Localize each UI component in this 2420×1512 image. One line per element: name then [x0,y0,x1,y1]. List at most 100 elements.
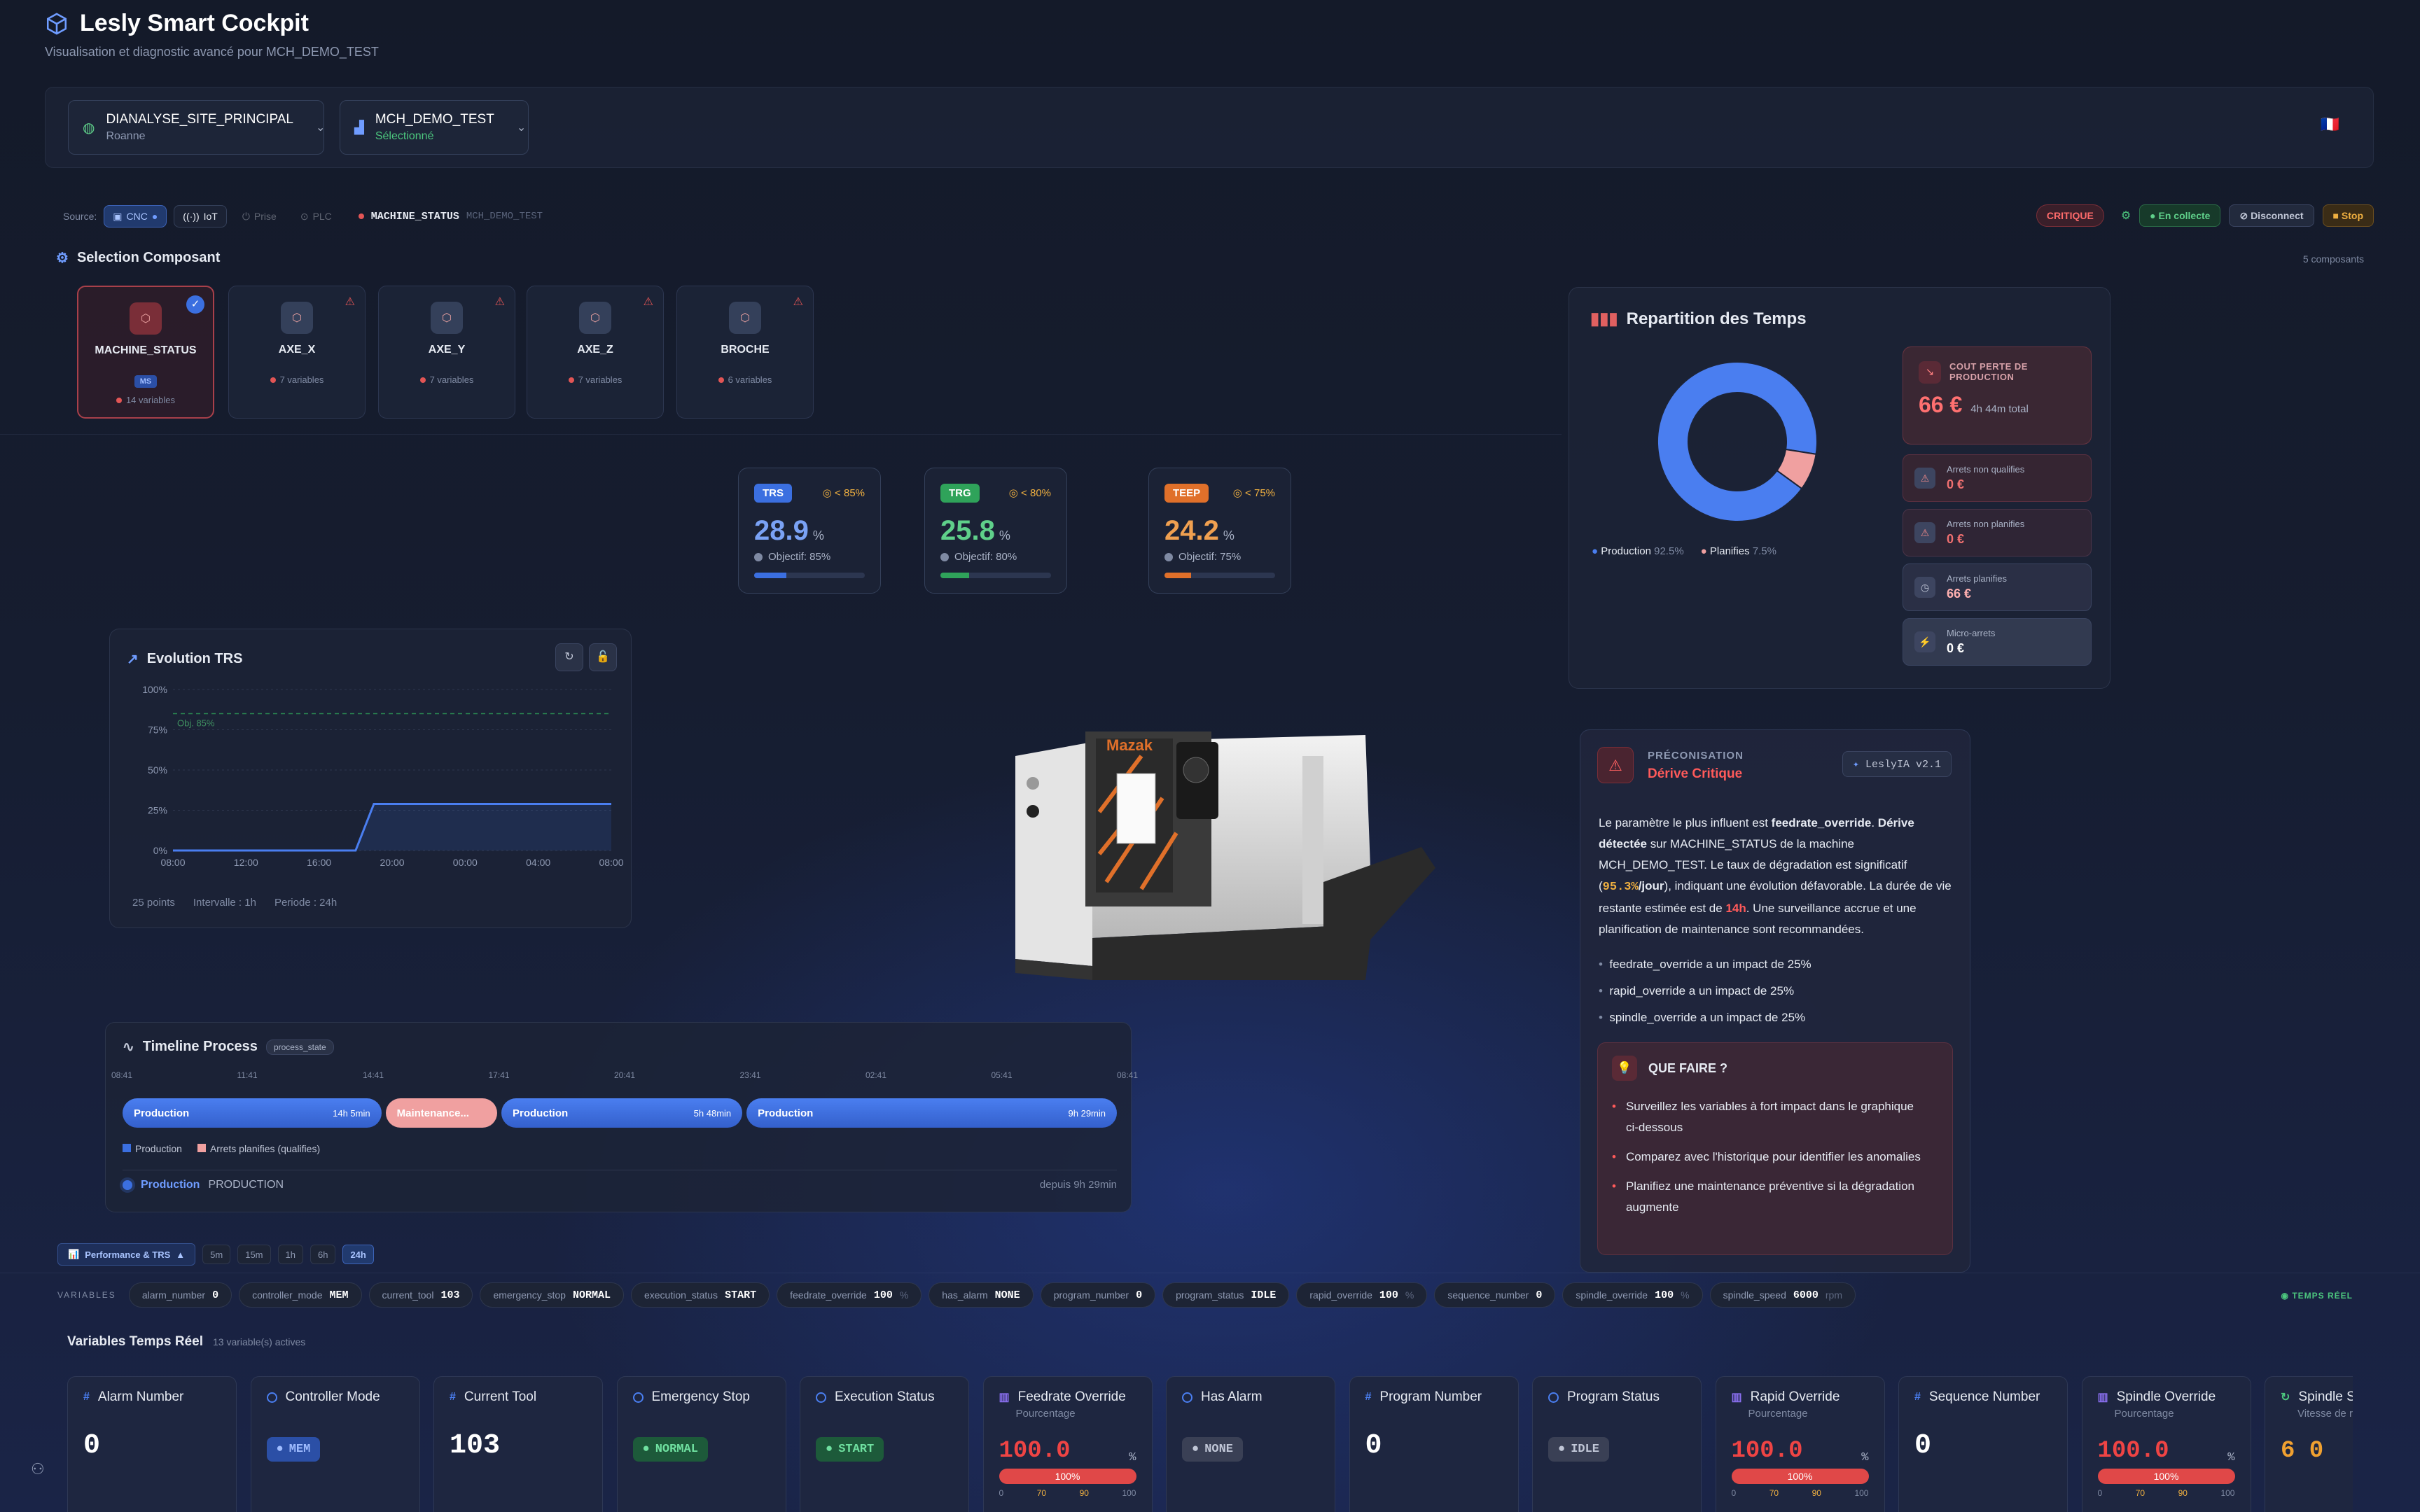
card-subtitle: Pourcentage [1015,1408,1076,1420]
variable-card-has-alarm[interactable]: Has Alarm ● NONE [1166,1376,1335,1512]
dot-icon: ● [1558,1443,1566,1456]
tick-label: 0 [1731,1488,1737,1498]
card-title: ▥ Feedrate Override [999,1390,1136,1405]
card-subtitle: Vitesse de r [2297,1408,2353,1420]
tick-label: 0 [999,1488,1004,1498]
circle-icon [1548,1392,1559,1403]
card-badge: ● START [816,1437,884,1462]
tick-label: 70 [1769,1488,1779,1498]
card-value: 0 [1365,1430,1382,1462]
variable-card-spindle-sp[interactable]: ↻ Spindle Sp Vitesse de r 6 0RP [2265,1376,2353,1512]
card-title-text: Rapid Override [1750,1390,1840,1404]
card-subtitle: Pourcentage [2114,1408,2174,1420]
card-title: ↻ Spindle Sp [2281,1390,2353,1405]
card-progress: 100% [1731,1469,1869,1484]
tick-label: 100 [2220,1488,2235,1498]
card-title: Program Status [1548,1390,1685,1405]
hash-icon: # [1365,1391,1372,1403]
tick-label: 70 [1036,1488,1047,1498]
card-title: ▥ Rapid Override [1732,1390,1869,1405]
hash-icon: # [83,1391,90,1403]
card-title-text: Spindle Override [2116,1390,2216,1404]
card-badge: ● IDLE [1548,1437,1610,1462]
dot-icon: ● [642,1443,650,1456]
card-badge-text: MEM [288,1443,311,1456]
card-value: 103 [450,1430,501,1462]
card-ticks: 0 70 90 100 [2098,1488,2235,1498]
tick-label: 0 [2097,1488,2103,1498]
card-title: ▥ Spindle Override [2098,1390,2235,1405]
dot-icon: ● [1192,1443,1199,1456]
gauge-icon: ▥ [999,1392,1010,1404]
tick-label: 90 [2178,1488,2188,1498]
variable-card-program-status[interactable]: Program Status ● IDLE [1532,1376,1702,1512]
hash-icon: # [1914,1391,1921,1403]
card-title-text: Current Tool [464,1390,537,1404]
card-title-text: Program Number [1379,1390,1482,1404]
card-title: Controller Mode [266,1390,404,1405]
card-title: # Alarm Number [83,1390,221,1405]
card-value-text: 6 0 [2281,1438,2324,1464]
card-title-text: Has Alarm [1201,1390,1263,1404]
card-title-text: Feedrate Override [1017,1390,1126,1404]
card-title: Execution Status [816,1390,953,1405]
card-title-text: Controller Mode [285,1390,380,1404]
variable-card-program-number[interactable]: # Program Number 0 [1349,1376,1519,1512]
gauge-icon: ▥ [2097,1392,2108,1404]
gauge-icon: ▥ [1731,1392,1742,1404]
variable-card-controller-mode[interactable]: Controller Mode ● MEM [250,1376,420,1512]
card-value: 100.0% [999,1438,1136,1464]
user-icon[interactable]: ⚇ [31,1460,45,1478]
variable-card-alarm-number[interactable]: # Alarm Number 0 [67,1376,237,1512]
hash-icon: # [450,1391,456,1403]
card-title-text: Alarm Number [97,1390,184,1404]
card-badge-text: NONE [1204,1443,1234,1456]
card-title: Has Alarm [1182,1390,1319,1405]
card-badge: ● NONE [1182,1437,1244,1462]
tick-label: 100 [1854,1488,1869,1498]
circle-icon [632,1392,644,1403]
card-value-text: 100.0 [2097,1438,2169,1464]
dot-icon: ● [826,1443,833,1456]
card-badge: ● MEM [266,1437,321,1462]
variable-card-rapid-override[interactable]: ▥ Rapid Override Pourcentage 100.0% 100% 0 70 9… [1715,1376,1885,1512]
variable-card-spindle-override[interactable]: ▥ Spindle Override Pourcentage 100.0% 100% 0 7… [2081,1376,2251,1512]
variable-card-execution-status[interactable]: Execution Status ● START [800,1376,969,1512]
card-title: Emergency Stop [632,1390,770,1405]
variable-cards: # Alarm Number 0 Controller Mode ● MEM # Curren… [0,0,2353,1512]
card-title-text: Program Status [1567,1390,1660,1404]
card-value: 100.0% [2098,1438,2235,1464]
tick-label: 70 [2135,1488,2146,1498]
circle-icon [1182,1392,1192,1403]
circle-icon [816,1392,826,1403]
variable-card-feedrate-override[interactable]: ▥ Feedrate Override Pourcentage 100.0% 100% 0… [982,1376,1153,1512]
card-badge-text: IDLE [1571,1443,1600,1456]
card-title-text: Emergency Stop [651,1390,750,1404]
card-value-text: 100.0 [1731,1438,1803,1464]
card-title-text: Sequence Number [1928,1390,2040,1404]
card-title: # Program Number [1365,1390,1503,1405]
card-value: 0 [1914,1430,1932,1462]
card-title: # Sequence Number [1914,1390,2052,1405]
card-progress: 100% [999,1469,1136,1484]
variable-card-current-tool[interactable]: # Current Tool 103 [433,1376,603,1512]
card-value: 100.0% [1732,1438,1869,1464]
tick-label: 90 [1811,1488,1821,1498]
card-title: # Current Tool [450,1390,587,1405]
card-progress: 100% [2097,1469,2235,1484]
card-subtitle: Pourcentage [1748,1408,1808,1420]
card-badge-text: START [838,1443,875,1456]
dot-icon: ● [276,1443,284,1456]
circle-icon [266,1392,277,1403]
card-value: 6 0RP [2281,1438,2353,1464]
tick-label: 100 [1122,1488,1136,1498]
card-ticks: 0 70 90 100 [999,1488,1136,1498]
variable-card-emergency-stop[interactable]: Emergency Stop ● NORMAL [616,1376,786,1512]
card-ticks: 0 70 90 100 [1732,1488,1869,1498]
rotate-icon: ↻ [2281,1392,2290,1404]
variable-card-sequence-number[interactable]: # Sequence Number 0 [1898,1376,2068,1512]
card-title-text: Execution Status [835,1390,935,1404]
card-unit: % [2227,1451,2235,1464]
card-unit: % [1129,1451,1136,1464]
card-title-text: Spindle Sp [2298,1390,2353,1404]
